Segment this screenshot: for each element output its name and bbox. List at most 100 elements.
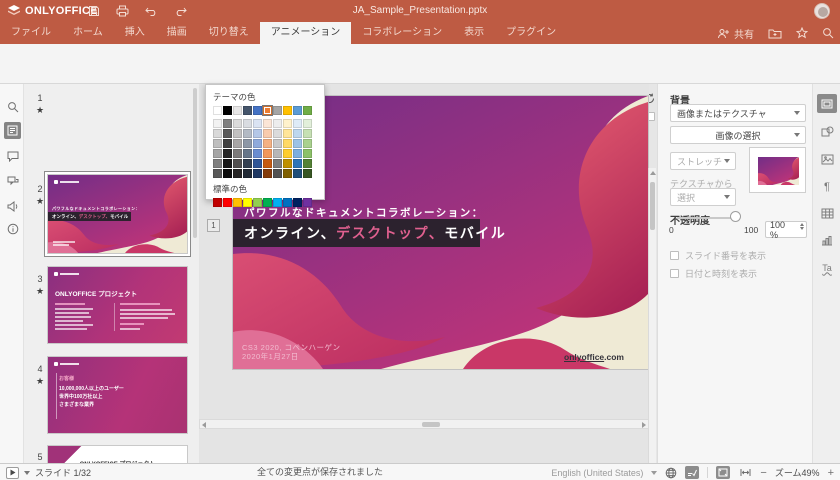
color-swatch[interactable] [253, 198, 262, 207]
canvas-vertical-scrollbar[interactable] [648, 168, 656, 480]
color-swatch[interactable] [263, 139, 272, 148]
color-swatch[interactable] [253, 119, 262, 128]
about-icon[interactable] [4, 220, 21, 237]
texture-select[interactable]: 選択 [670, 188, 736, 206]
color-swatch[interactable] [213, 119, 222, 128]
opacity-spinner[interactable]: 100 % [765, 221, 807, 238]
color-swatch[interactable] [283, 198, 292, 207]
share-button[interactable]: 共有 [717, 26, 754, 41]
slide-thumbnail-1[interactable]: パワフルなドキュメントコラボレーション： オンライン、デスクトップ、モバイル [48, 175, 187, 253]
select-image-button[interactable]: 画像の選択 [670, 126, 806, 144]
tab-plugins[interactable]: プラグイン [495, 22, 567, 44]
color-swatch[interactable] [233, 106, 242, 115]
color-swatch[interactable] [233, 149, 242, 158]
tab-animation[interactable]: アニメーション [260, 22, 352, 44]
slide-website-text[interactable]: onlyoffice.com [564, 352, 624, 362]
color-swatch[interactable] [273, 106, 282, 115]
slideshow-options-chevron[interactable] [24, 471, 30, 475]
color-swatch[interactable] [223, 119, 232, 128]
color-swatch[interactable] [263, 106, 272, 115]
color-swatch[interactable] [253, 159, 262, 168]
find-icon[interactable] [4, 98, 21, 115]
user-avatar[interactable] [814, 3, 830, 19]
color-swatch[interactable] [223, 139, 232, 148]
color-swatch[interactable] [233, 139, 242, 148]
color-swatch[interactable] [303, 169, 312, 178]
color-swatch[interactable] [273, 119, 282, 128]
favorites-star-icon[interactable] [796, 27, 808, 39]
open-file-location-icon[interactable] [768, 28, 782, 39]
color-swatch[interactable] [293, 169, 302, 178]
table-settings-icon[interactable] [817, 204, 837, 223]
color-swatch[interactable] [303, 139, 312, 148]
color-swatch[interactable] [303, 149, 312, 158]
color-swatch[interactable] [263, 169, 272, 178]
shape-settings-icon[interactable] [817, 122, 837, 141]
color-swatch[interactable] [213, 169, 222, 178]
redo-icon[interactable] [174, 6, 187, 17]
color-swatch[interactable] [283, 149, 292, 158]
color-swatch[interactable] [283, 119, 292, 128]
color-swatch[interactable] [243, 129, 252, 138]
tab-insert[interactable]: 挿入 [114, 22, 156, 44]
color-swatch[interactable] [253, 149, 262, 158]
color-swatch[interactable] [213, 129, 222, 138]
start-slideshow-button[interactable] [6, 467, 19, 479]
slide-footer-text[interactable]: CS3 2020, コペンハーゲン 2020年1月27日 [242, 343, 341, 361]
color-swatch[interactable] [293, 149, 302, 158]
thumbnails-scrollbar[interactable] [193, 88, 197, 238]
image-settings-icon[interactable] [817, 150, 837, 169]
color-swatch[interactable] [263, 198, 272, 207]
show-date-time-checkbox[interactable]: 日付と時刻を表示 [670, 267, 757, 280]
color-swatch[interactable] [213, 198, 222, 207]
color-swatch[interactable] [273, 129, 282, 138]
slide-thumbnail-4[interactable]: ONLYOFFICE プロジェクト 3本柱 1 2 3 [48, 446, 187, 463]
color-swatch[interactable] [233, 119, 242, 128]
color-swatch[interactable] [283, 159, 292, 168]
opacity-slider-track[interactable] [677, 217, 735, 219]
zoom-out-button[interactable]: − [760, 467, 766, 479]
color-swatch[interactable] [283, 106, 292, 115]
tab-draw[interactable]: 描画 [156, 22, 198, 44]
color-swatch[interactable] [293, 139, 302, 148]
color-swatch[interactable] [243, 198, 252, 207]
color-swatch[interactable] [233, 198, 242, 207]
tab-view[interactable]: 表示 [453, 22, 495, 44]
color-swatch[interactable] [223, 159, 232, 168]
language-chevron[interactable] [651, 471, 657, 475]
color-swatch[interactable] [243, 169, 252, 178]
color-swatch[interactable] [223, 169, 232, 178]
color-swatch[interactable] [273, 169, 282, 178]
color-swatch[interactable] [303, 159, 312, 168]
save-icon[interactable] [88, 5, 100, 17]
slides-panel-icon[interactable] [4, 122, 21, 139]
document-language-globe-icon[interactable] [665, 467, 677, 479]
chat-icon[interactable] [4, 173, 21, 190]
slide-settings-icon[interactable] [817, 94, 837, 113]
color-swatch[interactable] [253, 106, 262, 115]
color-swatch[interactable] [293, 129, 302, 138]
color-swatch[interactable] [253, 169, 262, 178]
color-swatch[interactable] [233, 169, 242, 178]
color-swatch[interactable] [253, 129, 262, 138]
print-icon[interactable] [116, 5, 129, 17]
color-swatch[interactable] [253, 139, 262, 148]
undo-icon[interactable] [145, 6, 158, 17]
spellcheck-toggle[interactable] [685, 466, 699, 479]
color-swatch[interactable] [213, 106, 222, 115]
color-swatch[interactable] [273, 198, 282, 207]
color-swatch[interactable] [243, 149, 252, 158]
language-selector[interactable]: English (United States) [551, 468, 643, 478]
opacity-slider-handle[interactable] [730, 211, 741, 222]
fit-to-width-button[interactable] [738, 466, 752, 479]
color-swatch[interactable] [213, 159, 222, 168]
color-swatch[interactable] [293, 106, 302, 115]
stretch-select[interactable]: ストレッチ [670, 152, 736, 170]
color-swatch[interactable] [223, 198, 232, 207]
color-swatch[interactable] [243, 139, 252, 148]
animation-sequence-badge[interactable]: 1 [207, 219, 220, 232]
textart-settings-icon[interactable]: Ta [817, 258, 837, 277]
background-fill-select[interactable]: 画像またはテクスチャ [670, 104, 806, 122]
color-swatch[interactable] [213, 139, 222, 148]
slide-thumbnail-3[interactable]: お客様 10,000,000人以上のユーザー 世界中100万社以上 さまざまな業… [48, 357, 187, 433]
